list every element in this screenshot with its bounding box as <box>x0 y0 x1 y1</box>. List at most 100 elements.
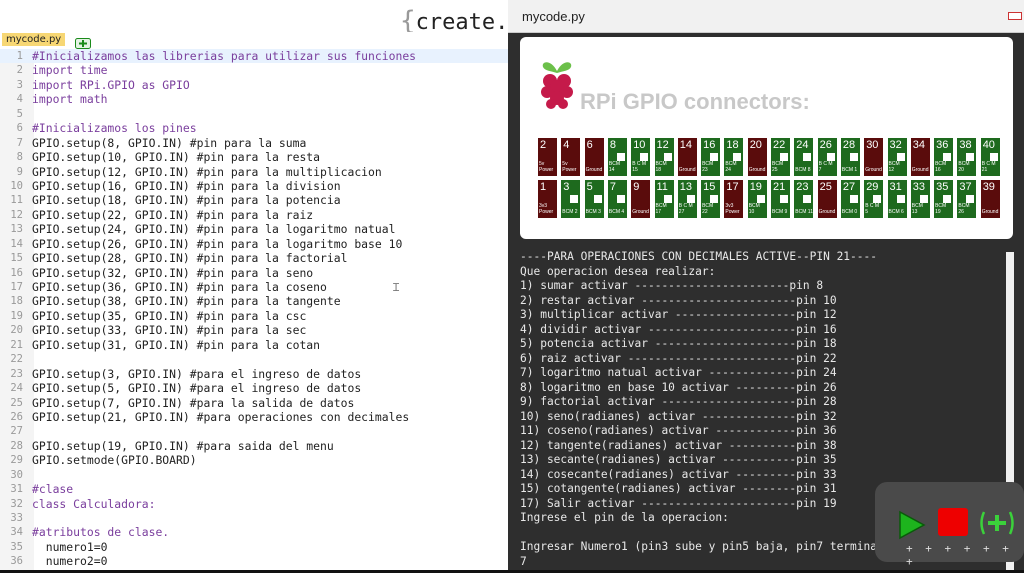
pin-checkbox[interactable] <box>803 153 812 161</box>
pin-checkbox[interactable] <box>710 195 719 203</box>
pin-checkbox[interactable] <box>896 153 905 161</box>
pin-checkbox[interactable] <box>733 153 742 161</box>
pin-checkbox[interactable] <box>756 195 765 203</box>
code-line[interactable]: 5 <box>0 107 508 121</box>
pin-checkbox[interactable] <box>896 195 905 203</box>
code-line[interactable]: 27 <box>0 424 508 438</box>
code-line[interactable]: 21 GPIO.setup(31, GPIO.IN) #pin para la c… <box>0 338 508 352</box>
pin-checkbox[interactable] <box>943 195 952 203</box>
gpio-pin[interactable]: 13 B C M 27 <box>676 179 698 219</box>
gpio-pin[interactable]: 8 BCM 14 <box>606 137 628 177</box>
pin-checkbox[interactable] <box>780 153 788 161</box>
code-line[interactable]: 17 GPIO.setup(36, GPIO.IN) #pin para la c… <box>0 280 508 294</box>
code-line[interactable]: 3 import RPi.GPIO as GPIO <box>0 78 508 92</box>
pin-checkbox[interactable] <box>710 153 719 161</box>
code-line[interactable]: 10 GPIO.setup(16, GPIO.IN) #pin para la d… <box>0 179 508 193</box>
gpio-pin[interactable]: 28 BCM 1 <box>839 137 861 177</box>
gpio-pin[interactable]: 22 BCM 25 <box>770 137 791 177</box>
code-line[interactable]: 24 GPIO.setup(5, GPIO.IN) #para el ingres… <box>0 381 508 395</box>
pin-checkbox[interactable] <box>966 153 975 161</box>
code-line[interactable]: 33 <box>0 511 508 525</box>
pin-checkbox[interactable] <box>663 195 672 203</box>
code-line[interactable]: 6 #Inicializamos los pines <box>0 121 508 135</box>
code-line[interactable]: 13 GPIO.setup(24, GPIO.IN) #pin para la l… <box>0 222 508 236</box>
code-line[interactable]: 22 <box>0 352 508 366</box>
gpio-pin[interactable]: 5 BCM 3 <box>583 179 605 219</box>
pin-checkbox[interactable] <box>989 153 998 161</box>
close-icon[interactable] <box>1008 12 1022 20</box>
code-line[interactable]: 32 class Calculadora: <box>0 497 508 511</box>
code-line[interactable]: 19 GPIO.setup(35, GPIO.IN) #pin para la c… <box>0 309 508 323</box>
code-line[interactable]: 1 #Inicializamos las librerias para utili… <box>0 49 508 64</box>
gpio-pin[interactable]: 19 BCM 10 <box>746 179 768 219</box>
gpio-pin[interactable]: 18 BCM 24 <box>723 137 745 177</box>
code-line[interactable]: 35 numero1=0 <box>0 540 508 554</box>
code-line[interactable]: 4 import math <box>0 92 508 106</box>
pin-checkbox[interactable] <box>616 195 625 203</box>
tab-mycode[interactable]: mycode.py <box>2 33 66 46</box>
code-line[interactable]: 12 GPIO.setup(22, GPIO.IN) #pin para la r… <box>0 208 508 222</box>
pin-checkbox[interactable] <box>943 153 952 161</box>
gpio-pin[interactable]: 35 BCM 19 <box>933 179 955 219</box>
pin-checkbox[interactable] <box>849 153 858 161</box>
pin-checkbox[interactable] <box>803 195 812 203</box>
add-component-icon[interactable] <box>978 510 1016 536</box>
code-line[interactable]: 9 GPIO.setup(12, GPIO.IN) #pin para la mu… <box>0 165 508 179</box>
pin-checkbox[interactable] <box>849 195 858 203</box>
gpio-pin[interactable]: 24 BCM 8 <box>793 137 815 177</box>
gpio-pin[interactable]: 36 BCM 16 <box>933 137 955 177</box>
code-line[interactable]: 20 GPIO.setup(33, GPIO.IN) #pin para la s… <box>0 323 508 337</box>
code-line[interactable]: 25 GPIO.setup(7, GPIO.IN) #para la salida… <box>0 396 508 410</box>
add-file-icon[interactable] <box>75 34 92 49</box>
code-line[interactable]: 36 numero2=0 <box>0 554 508 568</box>
code-line[interactable]: 14 GPIO.setup(26, GPIO.IN) #pin para la l… <box>0 237 508 251</box>
pin-checkbox[interactable] <box>570 195 579 203</box>
code-line[interactable]: 2 import time <box>0 63 508 77</box>
pin-checkbox[interactable] <box>919 195 928 203</box>
gpio-pin[interactable]: 40 B C M 21 <box>979 137 1001 177</box>
pin-checkbox[interactable] <box>686 195 695 203</box>
run-button[interactable] <box>898 510 926 540</box>
code-line[interactable]: 7 GPIO.setup(8, GPIO.IN) #pin para la sum… <box>0 136 508 150</box>
pin-checkbox[interactable] <box>873 195 882 203</box>
gpio-pin[interactable]: 32 BCM 12 <box>886 137 908 177</box>
code-line[interactable]: 18 GPIO.setup(38, GPIO.IN) #pin para la t… <box>0 294 508 308</box>
code-line[interactable]: 26 GPIO.setup(21, GPIO.IN) #para operacio… <box>0 410 508 424</box>
code-area[interactable]: 1 #Inicializamos las librerias para utili… <box>0 49 508 569</box>
code-editor[interactable]: mycode.py 1 #Inicializamos las librerias … <box>0 32 508 573</box>
gpio-pin[interactable]: 27 BCM 0 <box>839 179 861 219</box>
code-line[interactable]: 8 GPIO.setup(10, GPIO.IN) #pin para la re… <box>0 150 508 164</box>
code-line[interactable]: 23 GPIO.setup(3, GPIO.IN) #para el ingres… <box>0 367 508 381</box>
gpio-pin[interactable]: 11 BCM 17 <box>653 179 675 219</box>
code-line[interactable]: 30 <box>0 468 508 482</box>
code-line[interactable]: 31 #clase <box>0 482 508 496</box>
code-line[interactable]: 11 GPIO.setup(18, GPIO.IN) #pin para la p… <box>0 193 508 207</box>
gpio-pin[interactable]: 26 B C M 7 <box>816 137 838 177</box>
pin-checkbox[interactable] <box>826 153 835 161</box>
code-line[interactable]: 29 GPIO.setmode(GPIO.BOARD) <box>0 453 508 467</box>
gpio-pin[interactable]: 16 BCM 23 <box>700 137 722 177</box>
pin-checkbox[interactable] <box>640 153 649 161</box>
gpio-pin[interactable]: 23 BCM 11 <box>793 179 815 219</box>
gpio-pin[interactable]: 10 B C M 15 <box>630 137 652 177</box>
pin-checkbox[interactable] <box>780 195 788 203</box>
gpio-pin[interactable]: 33 BCM 13 <box>909 179 931 219</box>
gpio-pin[interactable]: 31 BCM 6 <box>886 179 908 219</box>
gpio-pin[interactable]: 37 BCM 26 <box>956 179 978 219</box>
pin-checkbox[interactable] <box>616 153 625 161</box>
gpio-pin[interactable]: 21 BCM 9 <box>770 179 791 219</box>
gpio-pin[interactable]: 38 BCM 20 <box>956 137 978 177</box>
code-line[interactable]: 15 GPIO.setup(28, GPIO.IN) #pin para la f… <box>0 251 508 265</box>
gpio-pin[interactable]: 3 BCM 2 <box>560 179 582 219</box>
gpio-pin[interactable]: 15 BCM 22 <box>700 179 722 219</box>
gpio-pin[interactable]: 29 B C M 5 <box>863 179 885 219</box>
code-line[interactable]: 34 #atributos de clase. <box>0 525 508 539</box>
pin-checkbox[interactable] <box>663 153 672 161</box>
gpio-pin[interactable]: 12 BCM 18 <box>653 137 675 177</box>
code-line[interactable]: 28 GPIO.setup(19, GPIO.IN) #para saida de… <box>0 439 508 453</box>
pin-checkbox[interactable] <box>966 195 975 203</box>
gpio-pin[interactable]: 7 BCM 4 <box>606 179 628 219</box>
pin-checkbox[interactable] <box>593 195 602 203</box>
code-line[interactable]: 16 GPIO.setup(32, GPIO.IN) #pin para la s… <box>0 266 508 280</box>
stop-button[interactable] <box>938 508 968 536</box>
